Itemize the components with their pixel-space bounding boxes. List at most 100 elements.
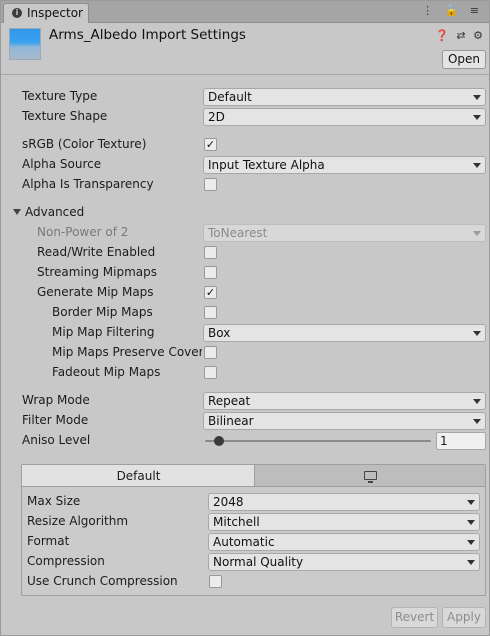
- format-value: Automatic: [213, 535, 275, 549]
- page-title: Arms_Albedo Import Settings: [49, 27, 246, 43]
- row-mip-filtering: Mip Map Filtering Box: [1, 323, 489, 343]
- advanced-label: Advanced: [25, 205, 85, 219]
- inspector-window: i Inspector ⋮ 🔒 ≡ Arms_Albedo Import Set…: [0, 0, 490, 636]
- row-srgb: sRGB (Color Texture) ✓: [1, 135, 489, 155]
- info-icon: i: [12, 8, 22, 18]
- texture-shape-value: 2D: [208, 110, 225, 124]
- compression-label: Compression: [27, 554, 105, 568]
- platform-settings-panel: Default Max Size 2048 Resize Algorithm M…: [21, 464, 486, 596]
- texture-type-dropdown[interactable]: Default: [203, 88, 486, 106]
- tab-inspector[interactable]: i Inspector: [3, 3, 89, 23]
- tab-bar: i Inspector ⋮ 🔒 ≡: [1, 1, 489, 23]
- texture-shape-dropdown[interactable]: 2D: [203, 108, 486, 126]
- chevron-down-icon: [473, 95, 481, 100]
- row-filter-mode: Filter Mode Bilinear: [1, 411, 489, 431]
- chevron-down-icon: [467, 540, 475, 545]
- row-fadeout: Fadeout Mip Maps: [1, 363, 489, 383]
- texture-type-label: Texture Type: [22, 89, 98, 103]
- row-preserve-coverage: Mip Maps Preserve Coverage: [1, 343, 489, 363]
- generate-mips-label: Generate Mip Maps: [37, 285, 154, 299]
- row-resize-algorithm: Resize Algorithm Mitchell: [22, 512, 485, 532]
- mip-filtering-value: Box: [208, 326, 231, 340]
- crunch-checkbox[interactable]: [209, 575, 222, 588]
- alpha-source-label: Alpha Source: [22, 157, 102, 171]
- presets-icon[interactable]: ⇄: [456, 29, 465, 42]
- chevron-down-icon: [473, 331, 481, 336]
- chevron-down-icon: [473, 115, 481, 120]
- header-icons: ❓ ⇄ ⚙: [431, 29, 483, 42]
- compression-dropdown[interactable]: Normal Quality: [208, 553, 480, 571]
- preserve-coverage-checkbox[interactable]: [204, 346, 217, 359]
- alpha-source-dropdown[interactable]: Input Texture Alpha: [203, 156, 486, 174]
- row-max-size: Max Size 2048: [22, 492, 485, 512]
- open-button[interactable]: Open: [442, 50, 486, 69]
- streaming-label: Streaming Mipmaps: [37, 265, 158, 279]
- read-write-checkbox[interactable]: [204, 246, 217, 259]
- apply-button[interactable]: Apply: [442, 607, 486, 628]
- row-border-mips: Border Mip Maps: [1, 303, 489, 323]
- row-crunch: Use Crunch Compression: [22, 572, 485, 592]
- npot-label: Non-Power of 2: [37, 225, 129, 239]
- srgb-label: sRGB (Color Texture): [22, 137, 147, 151]
- format-label: Format: [27, 534, 70, 548]
- resize-algorithm-dropdown[interactable]: Mitchell: [208, 513, 480, 531]
- fadeout-checkbox[interactable]: [204, 366, 217, 379]
- wrap-mode-dropdown[interactable]: Repeat: [203, 392, 486, 410]
- chevron-down-icon: [467, 500, 475, 505]
- row-alpha-transparency: Alpha Is Transparency: [1, 175, 489, 195]
- streaming-checkbox[interactable]: [204, 266, 217, 279]
- row-alpha-source: Alpha Source Input Texture Alpha: [1, 155, 489, 175]
- alpha-transparency-checkbox[interactable]: [204, 178, 217, 191]
- aniso-slider-track[interactable]: [205, 440, 431, 442]
- resize-algorithm-value: Mitchell: [213, 515, 260, 529]
- npot-value: ToNearest: [208, 226, 268, 240]
- alpha-source-value: Input Texture Alpha: [208, 158, 325, 172]
- tab-label: Inspector: [27, 6, 83, 20]
- row-compression: Compression Normal Quality: [22, 552, 485, 572]
- row-aniso-level: Aniso Level 1: [1, 431, 489, 451]
- wrap-mode-value: Repeat: [208, 394, 251, 408]
- read-write-label: Read/Write Enabled: [37, 245, 156, 259]
- row-texture-type: Texture Type Default: [1, 87, 489, 107]
- revert-button[interactable]: Revert: [391, 607, 438, 628]
- row-texture-shape: Texture Shape 2D: [1, 107, 489, 127]
- header-divider: [1, 74, 489, 75]
- texture-thumbnail: [9, 28, 41, 60]
- monitor-icon: [364, 471, 377, 483]
- help-icon[interactable]: ❓: [435, 29, 449, 42]
- wrap-mode-label: Wrap Mode: [22, 393, 90, 407]
- chevron-down-icon: [473, 399, 481, 404]
- srgb-checkbox[interactable]: ✓: [204, 138, 217, 151]
- format-dropdown[interactable]: Automatic: [208, 533, 480, 551]
- preserve-coverage-label: Mip Maps Preserve Coverage: [52, 345, 202, 359]
- border-mips-label: Border Mip Maps: [52, 305, 153, 319]
- border-mips-checkbox[interactable]: [204, 306, 217, 319]
- crunch-label: Use Crunch Compression: [27, 574, 178, 588]
- fadeout-label: Fadeout Mip Maps: [52, 365, 161, 379]
- tab-standalone-platform[interactable]: [255, 465, 485, 487]
- row-read-write: Read/Write Enabled: [1, 243, 489, 263]
- max-size-dropdown[interactable]: 2048: [208, 493, 480, 511]
- asset-header: Arms_Albedo Import Settings ❓ ⇄ ⚙ Open: [1, 23, 489, 75]
- tab-actions-icons[interactable]: ⋮ 🔒 ≡: [422, 4, 483, 17]
- texture-shape-label: Texture Shape: [22, 109, 108, 123]
- row-streaming: Streaming Mipmaps: [1, 263, 489, 283]
- row-npot: Non-Power of 2 ToNearest: [1, 223, 489, 243]
- aniso-level-input[interactable]: 1: [436, 432, 486, 450]
- aniso-level-label: Aniso Level: [22, 433, 91, 447]
- tab-default-platform[interactable]: Default: [22, 465, 255, 487]
- chevron-down-icon: [473, 231, 481, 236]
- row-generate-mips: Generate Mip Maps ✓: [1, 283, 489, 303]
- filter-mode-dropdown[interactable]: Bilinear: [203, 412, 486, 430]
- filter-mode-value: Bilinear: [208, 414, 254, 428]
- aniso-slider-thumb[interactable]: [214, 436, 225, 446]
- chevron-down-icon: [467, 520, 475, 525]
- advanced-foldout[interactable]: Advanced: [1, 203, 489, 223]
- generate-mips-checkbox[interactable]: ✓: [204, 286, 217, 299]
- texture-type-value: Default: [208, 90, 252, 104]
- settings-icon[interactable]: ⚙: [473, 29, 483, 42]
- npot-dropdown: ToNearest: [203, 224, 486, 242]
- mip-filtering-dropdown[interactable]: Box: [203, 324, 486, 342]
- max-size-label: Max Size: [27, 494, 81, 508]
- alpha-transparency-label: Alpha Is Transparency: [22, 177, 154, 191]
